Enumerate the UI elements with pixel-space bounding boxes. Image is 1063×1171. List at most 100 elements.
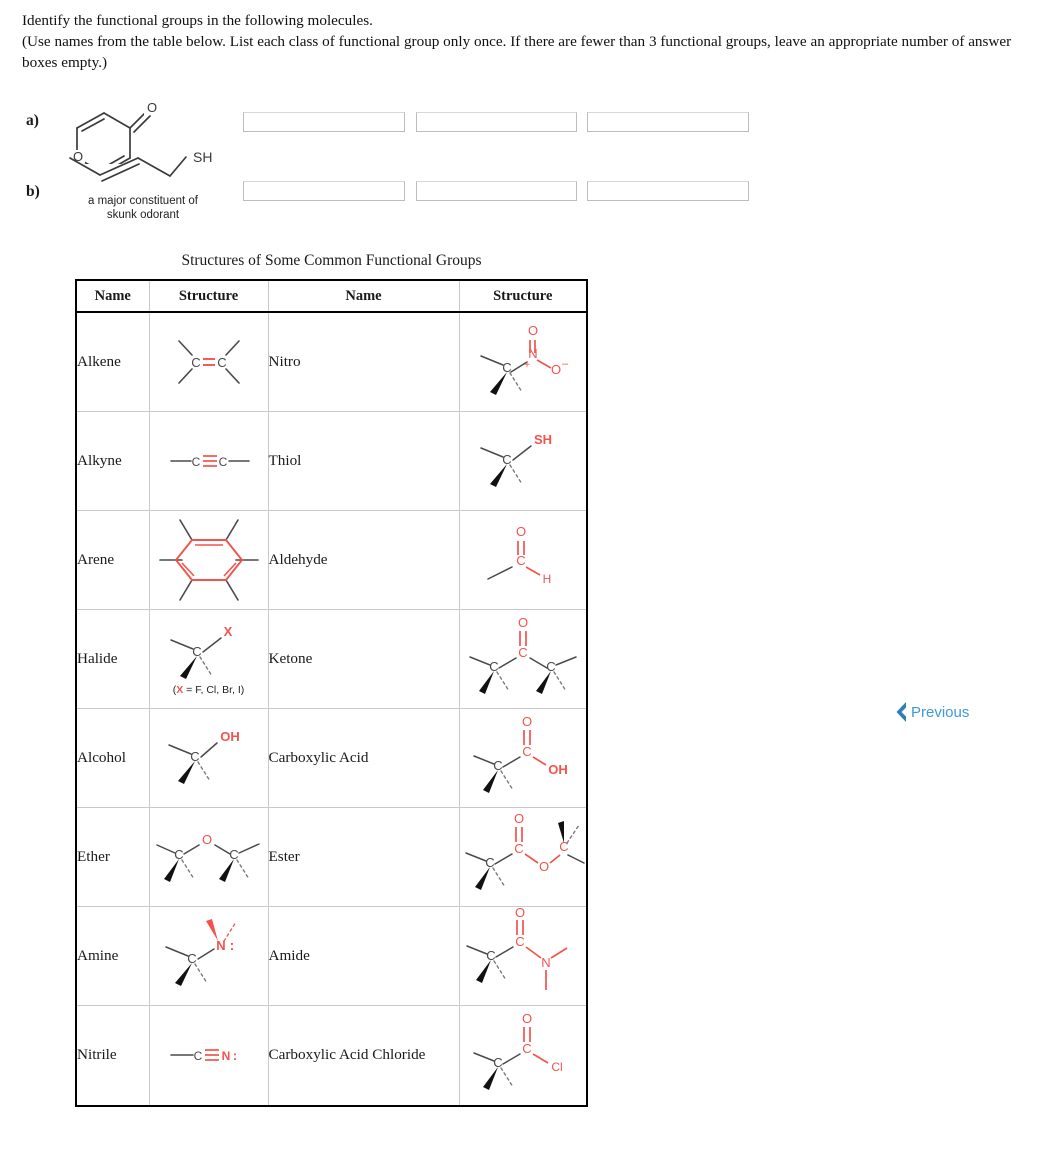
svg-text:N: N bbox=[221, 1049, 230, 1063]
svg-text:C: C bbox=[502, 360, 511, 375]
functional-groups-table-title: Structures of Some Common Functional Gro… bbox=[181, 252, 482, 269]
svg-text:–: – bbox=[562, 358, 569, 370]
structure-ketone: C C C O bbox=[458, 608, 588, 709]
svg-text:N: N bbox=[528, 346, 537, 361]
svg-text:C: C bbox=[193, 1049, 202, 1063]
svg-text:C: C bbox=[516, 553, 525, 568]
functional-groups-table: Name Structure Name Structure Alkene C C… bbox=[75, 279, 588, 1107]
answer-box-a-3[interactable] bbox=[587, 112, 749, 132]
structure-ester: C C O O C bbox=[458, 806, 588, 907]
svg-text:C: C bbox=[514, 841, 523, 856]
table-row: Nitrile C N : Carboxylic Acid Chloride C… bbox=[75, 1004, 588, 1107]
svg-text:X: X bbox=[223, 624, 232, 639]
svg-text:C: C bbox=[502, 452, 511, 467]
previous-label: Previous bbox=[911, 703, 970, 721]
group-name-alcohol: Alcohol bbox=[75, 707, 150, 808]
svg-text:O: O bbox=[514, 811, 524, 826]
svg-text:N: N bbox=[216, 938, 225, 953]
group-name-ketone: Ketone bbox=[267, 608, 460, 709]
svg-text:O: O bbox=[539, 859, 549, 874]
svg-text:C: C bbox=[187, 951, 196, 966]
group-name-aldehyde: Aldehyde bbox=[267, 509, 460, 610]
answer-box-a-2[interactable] bbox=[416, 112, 577, 132]
question-prompt: Identify the functional groups in the fo… bbox=[22, 10, 1012, 73]
halide-note-rest: = F, Cl, Br, I) bbox=[183, 683, 245, 696]
svg-text:C: C bbox=[174, 847, 183, 862]
table-row: Ether C C O Ester C C O O C bbox=[75, 806, 588, 907]
group-name-amide: Amide bbox=[267, 905, 460, 1006]
svg-text:C: C bbox=[493, 1055, 502, 1070]
table-header-row: Name Structure Name Structure bbox=[75, 279, 588, 313]
svg-text:O: O bbox=[528, 323, 538, 338]
svg-text:C: C bbox=[191, 355, 200, 370]
svg-text:O: O bbox=[201, 832, 211, 847]
structure-arene bbox=[148, 509, 269, 610]
group-name-carboxylic-acid: Carboxylic Acid bbox=[267, 707, 460, 808]
answer-box-b-2[interactable] bbox=[416, 181, 577, 201]
molecule-b-butene-thiol: SH bbox=[60, 148, 230, 193]
header-name-right: Name bbox=[267, 279, 460, 313]
svg-text:C: C bbox=[515, 934, 524, 949]
structure-alkene: C C bbox=[148, 311, 269, 412]
svg-text:O: O bbox=[551, 362, 561, 377]
thiol-sh-label: SH bbox=[193, 149, 212, 165]
table-row: Alkyne C C Thiol C SH bbox=[75, 410, 588, 511]
structure-acid-chloride: C C O Cl bbox=[458, 1004, 588, 1107]
structure-nitro: C N O + O – bbox=[458, 311, 588, 412]
svg-text:C: C bbox=[229, 847, 238, 862]
answer-box-a-1[interactable] bbox=[243, 112, 405, 132]
table-row: Amine C N: Amide C C O N bbox=[75, 905, 588, 1006]
structure-nitrile: C N : bbox=[148, 1004, 269, 1107]
structure-aldehyde: C O H bbox=[458, 509, 588, 610]
svg-text:OH: OH bbox=[220, 729, 240, 744]
group-name-carboxylic-acid-chloride: Carboxylic Acid Chloride bbox=[267, 1004, 460, 1107]
table-row: Halide C X (X = F, Cl, Br, I) Ketone C C… bbox=[75, 608, 588, 709]
header-structure-right: Structure bbox=[458, 279, 588, 313]
svg-text:O: O bbox=[522, 714, 532, 729]
structure-amide: C C O N bbox=[458, 905, 588, 1006]
halide-note: (X = F, Cl, Br, I) bbox=[173, 684, 245, 696]
group-name-ether: Ether bbox=[75, 806, 150, 907]
caption-line-1: a major constituent of bbox=[88, 195, 198, 207]
table-row: Arene Aldehyde C O H bbox=[75, 509, 588, 610]
caption-line-2: skunk odorant bbox=[106, 209, 180, 221]
structure-ether: C C O bbox=[148, 806, 269, 907]
structure-alcohol: C OH bbox=[148, 707, 269, 808]
svg-text:C: C bbox=[522, 744, 531, 759]
structure-thiol: C SH bbox=[458, 410, 588, 511]
svg-text:C: C bbox=[485, 855, 494, 870]
svg-text:C: C bbox=[191, 455, 200, 469]
svg-text:O: O bbox=[518, 615, 528, 630]
chevron-left-icon bbox=[893, 700, 910, 724]
structure-halide: C X (X = F, Cl, Br, I) bbox=[148, 608, 269, 709]
group-name-nitrile: Nitrile bbox=[75, 1004, 150, 1107]
group-name-ester: Ester bbox=[267, 806, 460, 907]
group-name-amine: Amine bbox=[75, 905, 150, 1006]
svg-text:+: + bbox=[524, 360, 530, 371]
svg-text:O: O bbox=[516, 524, 526, 539]
group-name-arene: Arene bbox=[75, 509, 150, 610]
svg-text:O: O bbox=[515, 908, 525, 920]
answer-box-b-3[interactable] bbox=[587, 181, 749, 201]
svg-text:SH: SH bbox=[534, 432, 552, 447]
answer-box-b-1[interactable] bbox=[243, 181, 405, 201]
group-name-halide: Halide bbox=[75, 608, 150, 709]
svg-text::: : bbox=[229, 937, 234, 953]
svg-text:H: H bbox=[542, 572, 551, 586]
molecule-b-caption: a major constituent of skunk odorant bbox=[68, 194, 218, 222]
structure-amine: C N : bbox=[148, 905, 269, 1006]
question-label-b: b) bbox=[26, 183, 40, 200]
svg-text:C: C bbox=[190, 749, 199, 764]
table-row: Alcohol C OH Carboxylic Acid C C O OH bbox=[75, 707, 588, 808]
previous-button[interactable]: Previous bbox=[893, 700, 969, 724]
svg-text:C: C bbox=[217, 355, 226, 370]
svg-text:C: C bbox=[192, 644, 201, 659]
group-name-alkyne: Alkyne bbox=[75, 410, 150, 511]
svg-text:OH: OH bbox=[548, 762, 568, 777]
svg-text:C: C bbox=[486, 948, 495, 963]
prompt-line-2: (Use names from the table below. List ea… bbox=[22, 33, 1012, 71]
svg-text:Cl: Cl bbox=[551, 1060, 562, 1074]
svg-text:N: N bbox=[541, 955, 550, 970]
question-label-a: a) bbox=[26, 112, 39, 129]
group-name-alkene: Alkene bbox=[75, 311, 150, 412]
